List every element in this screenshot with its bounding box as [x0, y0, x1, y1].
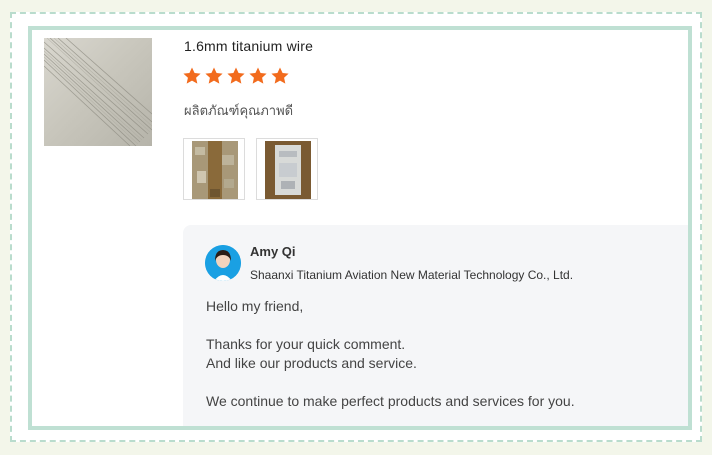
reply-line: Hello my friend,: [206, 298, 304, 314]
reply-line: And like our products and service.: [206, 355, 417, 371]
seller-company: Shaanxi Titanium Aviation New Material T…: [250, 268, 574, 282]
review-photo-1: [192, 141, 238, 199]
reply-message: Hello my friend, Thanks for your quick c…: [206, 297, 686, 411]
seller-name: Amy Qi: [250, 244, 296, 259]
seller-reply: Amy Qi Shaanxi Titanium Aviation New Mat…: [183, 225, 688, 426]
review-photo-thumbnail[interactable]: [183, 138, 245, 200]
reply-line: Thanks for your quick comment.: [206, 336, 406, 352]
avatar: [205, 245, 241, 281]
reply-line: We continue to make perfect products and…: [206, 393, 575, 409]
review-comment: ผลิตภัณฑ์คุณภาพดี: [184, 103, 294, 118]
star-rating: [182, 66, 290, 86]
star-icon: [226, 66, 246, 86]
review-photo-2: [265, 141, 311, 199]
titanium-wire-photo: [44, 38, 152, 146]
product-image[interactable]: [44, 38, 152, 146]
review-card: 1.6mm titanium wire ผลิตภัณฑ์คุณภาพดี Am…: [28, 26, 692, 430]
review-photo-thumbnail[interactable]: [256, 138, 318, 200]
star-icon: [204, 66, 224, 86]
seller-avatar-icon: [205, 245, 241, 281]
product-title[interactable]: 1.6mm titanium wire: [184, 38, 313, 54]
star-icon: [248, 66, 268, 86]
star-icon: [270, 66, 290, 86]
star-icon: [182, 66, 202, 86]
